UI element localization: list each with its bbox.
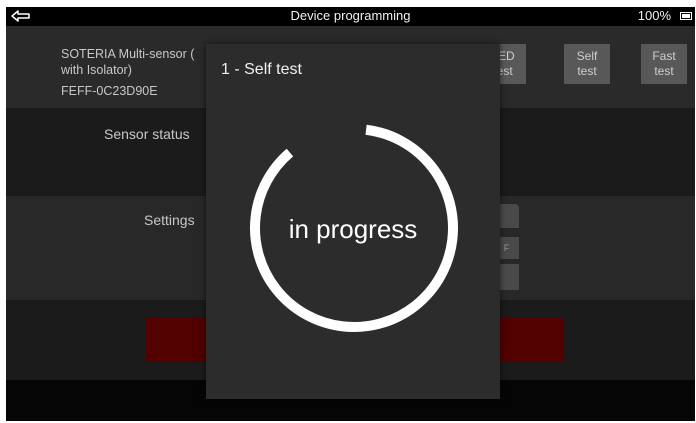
settings-label: Settings [144, 212, 195, 228]
sensor-status-label: Sensor status [104, 126, 190, 142]
battery-percent: 100% [637, 8, 671, 23]
device-id: FEFF-0C23D90E [61, 84, 158, 98]
fast-test-label-2: test [654, 64, 674, 78]
self-test-button[interactable]: Self test [564, 44, 610, 84]
self-test-label-1: Self [576, 49, 598, 63]
fast-test-label-1: Fast [652, 49, 676, 63]
battery-icon [680, 12, 692, 20]
device-name: SOTERIA Multi-sensor ( with Isolator) [61, 46, 211, 78]
device-name-line2: with Isolator) [61, 63, 132, 77]
self-test-dialog: 1 - Self test in progress [206, 44, 500, 399]
fast-test-button[interactable]: Fast test [641, 44, 687, 84]
self-test-label-2: test [577, 64, 597, 78]
status-bar: Device programming 100% [6, 7, 695, 26]
progress-status: in progress [288, 214, 418, 244]
device-name-line1: SOTERIA Multi-sensor ( [61, 47, 195, 61]
settings-toggle-label: F [503, 243, 510, 253]
screen-title: Device programming [290, 8, 411, 23]
device-screen: Device programming 100% SOTERIA Multi-se… [6, 7, 695, 421]
